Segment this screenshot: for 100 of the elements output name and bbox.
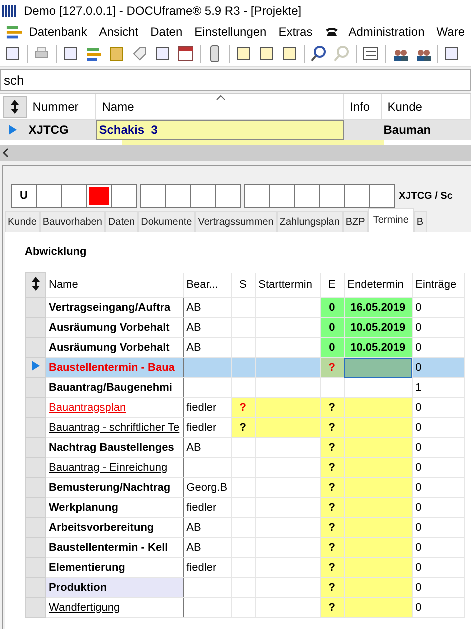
sort-arrows-icon[interactable] (10, 100, 19, 114)
menu-item[interactable]: Daten (144, 25, 189, 39)
table-row[interactable]: Wandfertigung ? 0 (26, 598, 464, 618)
table-cell: 0 (416, 442, 422, 454)
status-mark: ? (240, 422, 246, 434)
table-cell: 10.05.2019 (350, 322, 406, 334)
table-cell: AB (186, 302, 202, 314)
table-cell: AB (186, 522, 202, 534)
search-field[interactable]: sch (0, 69, 471, 91)
table-row[interactable]: Werkplanung fiedler ? 0 (26, 498, 464, 518)
table-row[interactable]: Ausräumung Vorbehalt AB 0 10.05.2019 0 (26, 318, 464, 338)
table-row[interactable]: XJTCG Schakis_3 Bauman (0, 120, 471, 140)
table-row[interactable]: Bauantragsplan fiedler ? ? 0 (26, 398, 464, 418)
task-link[interactable]: Bauantrag - Einreichung (49, 462, 168, 474)
column-header[interactable]: Kunde (388, 100, 422, 114)
app-logo-icon (2, 4, 18, 18)
status-mark: ? (328, 502, 336, 514)
table-cell: fiedler (186, 562, 217, 574)
folder-icon[interactable] (108, 45, 126, 63)
status-mark: 0 (329, 342, 336, 354)
menu-item[interactable]: Extras (272, 25, 319, 39)
menu-item[interactable]: Administration (348, 25, 425, 39)
task-name: Bauantrag/Baugenehmi (49, 382, 172, 394)
table-row[interactable]: Nachtrag Baustellenges AB ? 0 (26, 438, 464, 458)
stack-icon[interactable] (85, 45, 103, 63)
tab[interactable]: B (414, 211, 427, 232)
task-name: Vertragseingang/Auftra (49, 302, 171, 314)
column-header[interactable]: Starttermin (258, 278, 312, 291)
table-cell: 0 (416, 522, 422, 534)
task-name: Ausräumung Vorbehalt (49, 342, 170, 354)
menu-item[interactable]: Datenbank (23, 25, 94, 39)
table-row[interactable]: Bauantrag/Baugenehmi 1 (26, 378, 464, 398)
status-mark: ? (328, 442, 336, 454)
phone-icon[interactable] (324, 27, 339, 37)
tab[interactable]: Vertragssummen (195, 211, 277, 232)
search-icon[interactable] (310, 45, 328, 63)
task-name: Ausräumung Vorbehalt (49, 322, 170, 334)
tab[interactable]: Daten (105, 211, 138, 232)
table-row[interactable]: Produktion ? 0 (26, 578, 464, 598)
table-cell: AB (186, 442, 202, 454)
tab[interactable]: Dokumente (138, 211, 196, 232)
table-cell: 0 (416, 342, 422, 354)
task-name: Baustellentermin - Kell (49, 542, 168, 554)
tab[interactable]: Termine (368, 208, 414, 232)
tab[interactable]: Bauvorhaben (40, 211, 106, 232)
table-cell: AB (186, 342, 202, 354)
tab[interactable]: BZP (342, 211, 368, 232)
menu-item[interactable]: Ansicht (93, 25, 145, 39)
tag-icon[interactable] (131, 45, 149, 63)
list-view-icon[interactable] (362, 45, 380, 63)
table-cell: fiedler (186, 402, 217, 414)
table-row[interactable]: Baustellentermin - Baua ? 0 (26, 358, 464, 378)
status-mark: ? (328, 562, 336, 574)
table-row[interactable]: Vertragseingang/Auftra AB 0 16.05.2019 0 (26, 298, 464, 318)
row-pointer-icon (8, 124, 18, 136)
column-header[interactable]: Endetermin (348, 278, 404, 291)
table-cell: Georg.B (186, 482, 228, 494)
table-cell: 0 (416, 562, 422, 574)
column-header[interactable]: Name (49, 278, 78, 291)
table-cell: 0 (416, 322, 422, 334)
table-row[interactable]: Baustellentermin - Kell AB ? 0 (26, 538, 464, 558)
column-header[interactable]: Bear... (186, 278, 218, 291)
task-name: Produktion (49, 582, 108, 594)
table-row[interactable]: Bauantrag - schriftlicher Te fiedler ? ? 0 (26, 418, 464, 438)
table-cell: 1 (416, 382, 422, 394)
status-mark: ? (328, 362, 336, 374)
task-link[interactable]: Bauantragsplan (49, 402, 126, 414)
row-pointer-icon (30, 360, 40, 372)
stack-icon[interactable] (6, 24, 24, 40)
status-mark: ? (328, 582, 336, 594)
task-link[interactable]: Wandfertigung (49, 602, 120, 614)
task-link[interactable]: Bauantrag - schriftlicher Te (49, 422, 180, 434)
column-header[interactable]: Info (350, 100, 370, 114)
calendar-icon[interactable] (177, 45, 195, 63)
table-cell: 16.05.2019 (350, 302, 406, 314)
table-row[interactable]: Elementierung fiedler ? 0 (26, 558, 464, 578)
sort-arrows-icon[interactable] (32, 276, 40, 290)
table-row[interactable]: Bemusterung/Nachtrag Georg.B ? 0 (26, 478, 464, 498)
tab[interactable]: Zahlungsplan (276, 211, 343, 232)
table-row[interactable]: Arbeitsvorbereitung AB ? 0 (26, 518, 464, 538)
column-header[interactable]: Nummer (32, 100, 79, 114)
tab[interactable]: Kunde (5, 211, 40, 232)
menu-item[interactable]: Ware (430, 25, 471, 39)
table-row[interactable]: Ausräumung Vorbehalt AB 0 10.05.2019 0 (26, 338, 464, 358)
status-mark: ? (328, 422, 336, 434)
column-header[interactable]: Name (102, 100, 134, 114)
status-mark: ? (328, 522, 336, 534)
flag-box: U (12, 185, 36, 207)
table-row[interactable]: Bauantrag - Einreichung ? 0 (26, 458, 464, 478)
status-mark: ? (328, 402, 336, 414)
name-field[interactable]: Schakis_3 (96, 120, 344, 140)
record-title: XJTCG / Sc (399, 190, 453, 202)
column-header[interactable]: S (239, 278, 247, 291)
column-header[interactable]: Einträge (416, 278, 457, 291)
scrollbar[interactable] (0, 145, 471, 161)
task-name: Nachtrag Baustellenges (49, 442, 174, 454)
menu-item[interactable]: Einstellungen (188, 25, 273, 39)
table-cell: 0 (416, 302, 422, 314)
column-header[interactable]: E (328, 278, 336, 291)
table-cell: 0 (416, 362, 422, 374)
